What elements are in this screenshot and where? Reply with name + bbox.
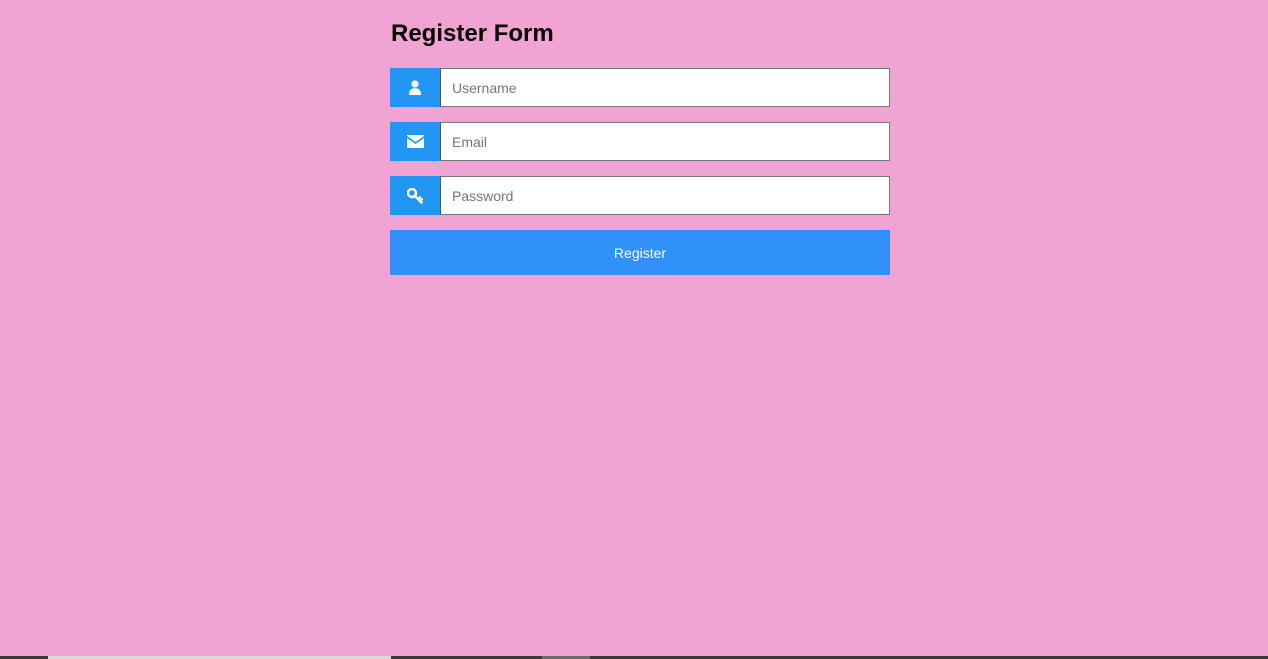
user-icon bbox=[390, 68, 440, 107]
password-input[interactable] bbox=[440, 176, 890, 215]
register-form: Register Form Reg bbox=[390, 0, 890, 275]
email-row bbox=[390, 122, 890, 161]
key-icon bbox=[390, 176, 440, 215]
email-input[interactable] bbox=[440, 122, 890, 161]
page: { "form": { "title": "Register Form", "f… bbox=[0, 0, 1268, 659]
register-button[interactable]: Register bbox=[390, 230, 890, 275]
password-row bbox=[390, 176, 890, 215]
envelope-icon bbox=[390, 122, 440, 161]
username-input[interactable] bbox=[440, 68, 890, 107]
username-row bbox=[390, 68, 890, 107]
form-title: Register Form bbox=[391, 20, 554, 47]
